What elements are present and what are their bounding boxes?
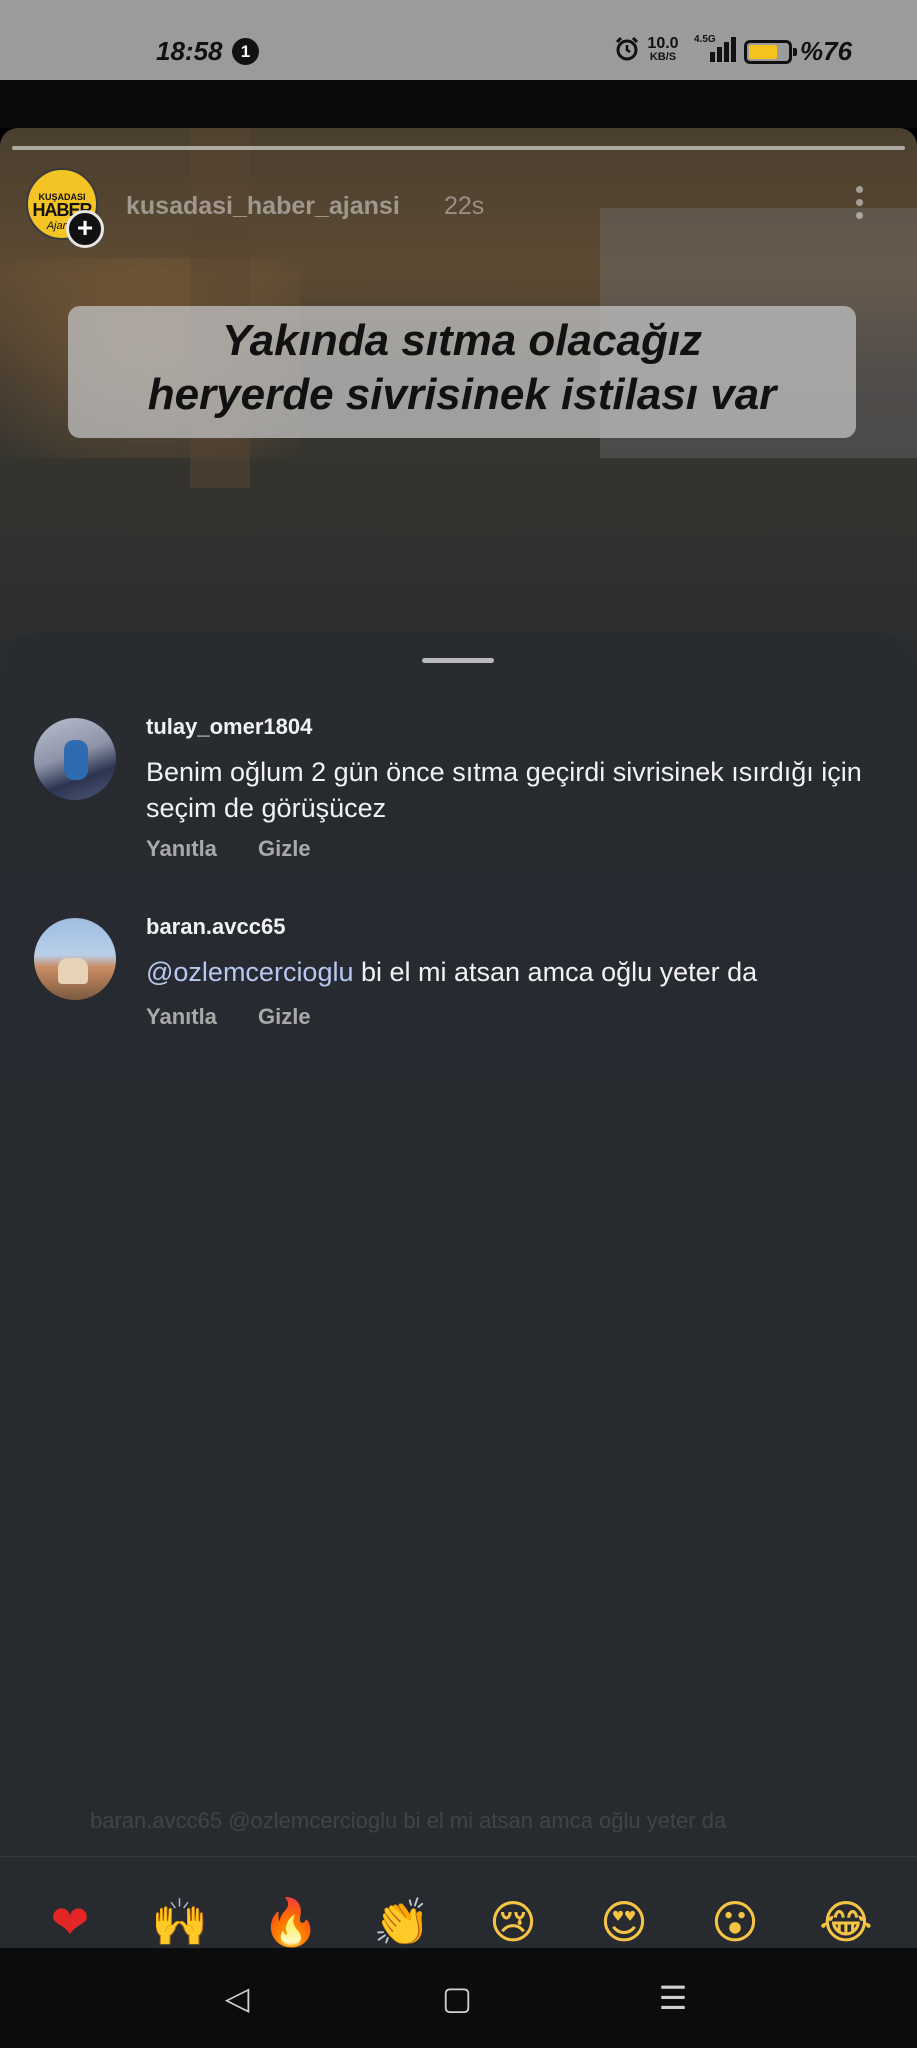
follow-plus-icon[interactable]: + [66,210,104,248]
net-speed-unit: KB/S [649,51,677,63]
story-viewer[interactable]: KUŞADASI HABER Ajansı + kusadasi_haber_a… [0,128,917,1948]
hide-button[interactable]: Gizle [258,836,311,862]
mention-link[interactable]: @ozlemcercioglu [146,957,353,987]
battery-percent: %76 [800,36,853,66]
menu-icon[interactable]: ☰ [648,1978,698,2018]
heart-emoji-icon[interactable]: ❤ [35,1895,105,1948]
comment-username[interactable]: tulay_omer1804 [146,714,312,740]
home-icon[interactable]: ▢ [432,1978,482,2018]
laughing-emoji-icon[interactable]: 😂 [811,1895,881,1948]
battery-icon [744,40,797,64]
story-caption: Yakında sıtma olacağız heryerde sivrisin… [68,306,856,438]
more-options-icon[interactable] [856,186,866,224]
background-comment-preview: baran.avcc65 @ozlemcercioglu bi el mi at… [90,1808,727,1833]
story-caption-line-2: heryerde sivrisinek istilası var [147,370,777,419]
quick-reactions-bar: ❤ 🙌 🔥 👏 😢 😍 😮 😂 [0,1856,917,1948]
top-gap [0,80,917,128]
story-caption-line-1: Yakında sıtma olacağız [221,316,703,365]
story-age: 22s [444,192,485,220]
fire-emoji-icon[interactable]: 🔥 [256,1895,326,1948]
status-bar: 18:58 1 10.0 KB/S 4.5G %76 [0,0,917,80]
reply-button[interactable]: Yanıtla [146,1004,217,1030]
surprised-emoji-icon[interactable]: 😮 [700,1895,770,1948]
signal-icon [710,37,736,62]
net-speed: 10.0 KB/S [645,35,681,64]
notification-count-badge: 1 [232,38,259,65]
back-icon[interactable]: ◁ [212,1978,262,2018]
system-nav-bar: ◁ ▢ ☰ [0,1948,917,2048]
hide-button[interactable]: Gizle [258,1004,311,1030]
sheet-drag-handle[interactable] [422,658,494,663]
comment-text-line-1: Benim oğlum 2 gün önce sıtma geçirdi siv… [146,757,862,787]
comment-text-line-2: seçim de görüşücez [146,793,387,823]
story-progress-bar [12,146,905,150]
crying-emoji-icon[interactable]: 😢 [478,1895,548,1948]
comments-sheet: tulay_omer1804 Benim oğlum 2 gün önce sı… [0,632,917,1948]
net-speed-value: 10.0 [647,35,679,52]
status-time: 18:58 [156,36,223,66]
heart-eyes-emoji-icon[interactable]: 😍 [589,1895,659,1948]
comment-body: bi el mi atsan amca oğlu yeter da [353,957,758,987]
comment-username[interactable]: baran.avcc65 [146,914,285,940]
comment-avatar[interactable] [34,918,116,1000]
clapping-emoji-icon[interactable]: 👏 [367,1895,437,1948]
reply-button[interactable]: Yanıtla [146,836,217,862]
alarm-icon [615,36,639,61]
comment-avatar[interactable] [34,718,116,800]
raised-hands-emoji-icon[interactable]: 🙌 [145,1895,215,1948]
comment-text: @ozlemcercioglu bi el mi atsan amca oğlu… [146,954,917,990]
story-author-username[interactable]: kusadasi_haber_ajansi [126,192,400,221]
